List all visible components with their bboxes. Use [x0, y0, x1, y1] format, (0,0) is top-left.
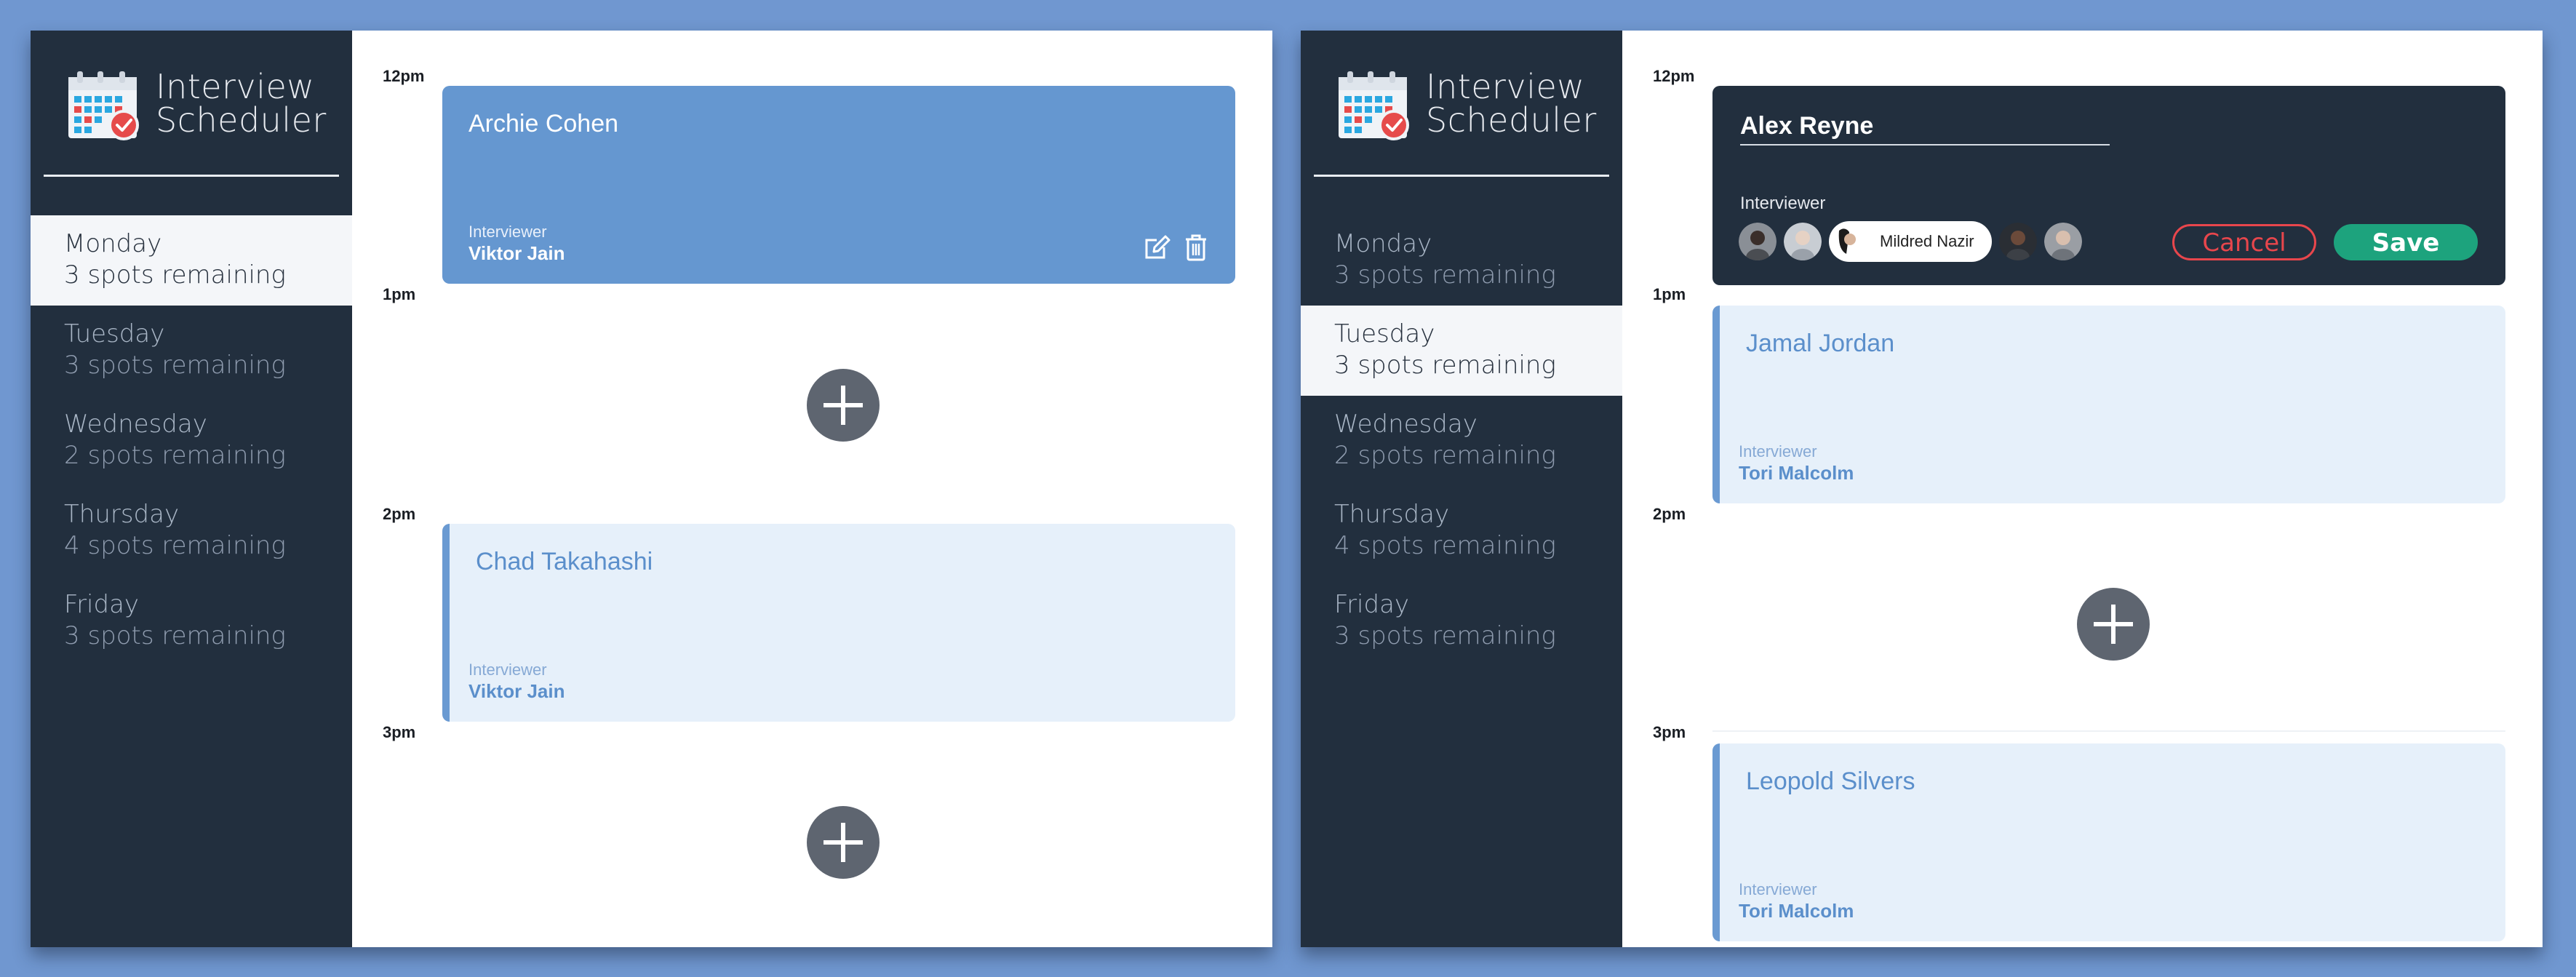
- interviewer-avatar: [1832, 225, 1865, 258]
- interviewer-avatar[interactable]: [1784, 223, 1822, 260]
- student-name: Jamal Jordan: [1746, 330, 1895, 357]
- day-item-monday[interactable]: Monday 3 spots remaining: [1301, 215, 1622, 306]
- appointment-card[interactable]: Chad Takahashi Interviewer Viktor Jain: [442, 524, 1235, 722]
- interviewer-name: Tori Malcolm: [1739, 900, 1854, 922]
- scheduler-window-tuesday: Interview Scheduler Monday 3 spots remai…: [1301, 31, 2543, 947]
- day-name: Thursday: [64, 500, 180, 529]
- add-appointment-button[interactable]: [807, 806, 880, 879]
- brand: Interview Scheduler: [1336, 70, 1612, 143]
- student-name: Leopold Silvers: [1746, 767, 1915, 795]
- app-title-line2: Scheduler: [156, 100, 327, 140]
- day-name: Friday: [64, 590, 140, 619]
- add-appointment-button[interactable]: [2077, 588, 2150, 661]
- time-label: 3pm: [383, 723, 416, 741]
- day-item-friday[interactable]: Friday 3 spots remaining: [1301, 576, 1622, 666]
- appointment-card[interactable]: Archie Cohen Interviewer Viktor Jain: [442, 86, 1235, 284]
- day-name: Monday: [1334, 229, 1432, 258]
- schedule: 12pm 1pm 2pm 3pm Interviewer Mildred Naz…: [1622, 31, 2543, 947]
- interviewer-avatar[interactable]: [2043, 223, 2082, 260]
- day-item-tuesday[interactable]: Tuesday 3 spots remaining: [31, 306, 352, 396]
- day-item-thursday[interactable]: Thursday 4 spots remaining: [1301, 486, 1622, 576]
- appointment-card[interactable]: Leopold Silvers Interviewer Tori Malcolm: [1712, 743, 2505, 941]
- day-name: Wednesday: [64, 410, 207, 439]
- app-title-line1: Interview: [156, 67, 315, 106]
- trash-icon[interactable]: [1181, 233, 1211, 262]
- appointment-card[interactable]: Jamal Jordan Interviewer Tori Malcolm: [1712, 306, 2505, 503]
- save-button[interactable]: Save: [2334, 224, 2478, 260]
- interviewer-label: Interviewer: [468, 223, 547, 241]
- day-spots: 4 spots remaining: [64, 531, 286, 560]
- calendar-check-icon: [1339, 71, 1409, 140]
- day-item-friday[interactable]: Friday 3 spots remaining: [31, 576, 352, 666]
- day-spots: 3 spots remaining: [64, 260, 286, 290]
- sidebar: Interview Scheduler Monday 3 spots remai…: [31, 31, 352, 947]
- day-spots: 3 spots remaining: [64, 621, 286, 650]
- interviewer-label: Interviewer: [1740, 194, 1826, 213]
- day-item-thursday[interactable]: Thursday 4 spots remaining: [31, 486, 352, 576]
- day-name: Thursday: [1334, 500, 1450, 529]
- time-label: 2pm: [383, 505, 416, 523]
- day-spots: 2 spots remaining: [1334, 441, 1556, 470]
- sidebar-divider: [44, 175, 339, 177]
- interviewer-label: Interviewer: [468, 661, 547, 679]
- interviewer-name: Tori Malcolm: [1739, 462, 1854, 484]
- time-label: 1pm: [383, 285, 416, 303]
- day-spots: 3 spots remaining: [1334, 621, 1556, 650]
- student-name: Chad Takahashi: [476, 548, 653, 575]
- app-title-line1: Interview: [1426, 67, 1585, 106]
- day-spots: 3 spots remaining: [64, 351, 286, 380]
- day-name: Monday: [64, 229, 162, 258]
- brand: Interview Scheduler: [65, 70, 342, 143]
- interviewer-label: Interviewer: [1739, 880, 1817, 898]
- schedule: 12pm 1pm 2pm 3pm Archie Cohen Interviewe…: [352, 31, 1272, 947]
- day-spots: 3 spots remaining: [1334, 260, 1556, 290]
- interviewer-avatar[interactable]: [1998, 223, 2037, 260]
- selected-interviewer-name: Mildred Nazir: [1880, 232, 1974, 250]
- interviewer-avatar[interactable]: [1739, 223, 1777, 260]
- day-name: Tuesday: [1334, 319, 1435, 348]
- time-label: 12pm: [1653, 67, 1695, 85]
- day-item-tuesday[interactable]: Tuesday 3 spots remaining: [1301, 306, 1622, 396]
- edit-icon[interactable]: [1142, 233, 1171, 262]
- selected-interviewer[interactable]: Mildred Nazir: [1829, 221, 1992, 262]
- student-name-input[interactable]: [1740, 108, 2110, 145]
- day-item-monday[interactable]: Monday 3 spots remaining: [31, 215, 352, 306]
- interviewer-label: Interviewer: [1739, 442, 1817, 460]
- student-name: Archie Cohen: [468, 110, 619, 137]
- app-title: Interview Scheduler: [1426, 70, 1597, 137]
- day-name: Tuesday: [64, 319, 165, 348]
- day-spots: 4 spots remaining: [1334, 531, 1556, 560]
- time-label: 2pm: [1653, 505, 1686, 523]
- day-item-wednesday[interactable]: Wednesday 2 spots remaining: [1301, 396, 1622, 486]
- interviewer-name: Viktor Jain: [468, 680, 565, 702]
- time-label: 3pm: [1653, 723, 1686, 741]
- calendar-check-icon: [68, 71, 139, 140]
- day-item-wednesday[interactable]: Wednesday 2 spots remaining: [31, 396, 352, 486]
- day-spots: 2 spots remaining: [64, 441, 286, 470]
- appointment-editor: Interviewer Mildred Nazir: [1712, 86, 2505, 285]
- day-name: Friday: [1334, 590, 1410, 619]
- app-title: Interview Scheduler: [156, 70, 327, 137]
- sidebar-divider: [1314, 175, 1609, 177]
- cancel-button[interactable]: Cancel: [2172, 224, 2316, 260]
- day-list: Monday 3 spots remaining Tuesday 3 spots…: [1301, 215, 1622, 666]
- time-label: 12pm: [383, 67, 425, 85]
- slot-divider: [1712, 730, 2505, 732]
- interviewer-list: Mildred Nazir: [1739, 221, 2082, 262]
- day-spots: 3 spots remaining: [1334, 351, 1556, 380]
- sidebar: Interview Scheduler Monday 3 spots remai…: [1301, 31, 1622, 947]
- day-name: Wednesday: [1334, 410, 1478, 439]
- app-title-line2: Scheduler: [1426, 100, 1597, 140]
- add-appointment-button[interactable]: [807, 369, 880, 442]
- interviewer-name: Viktor Jain: [468, 242, 565, 264]
- time-label: 1pm: [1653, 285, 1686, 303]
- scheduler-window-monday: Interview Scheduler Monday 3 spots remai…: [31, 31, 1272, 947]
- appointment-actions: [1142, 233, 1211, 262]
- day-list: Monday 3 spots remaining Tuesday 3 spots…: [31, 215, 352, 666]
